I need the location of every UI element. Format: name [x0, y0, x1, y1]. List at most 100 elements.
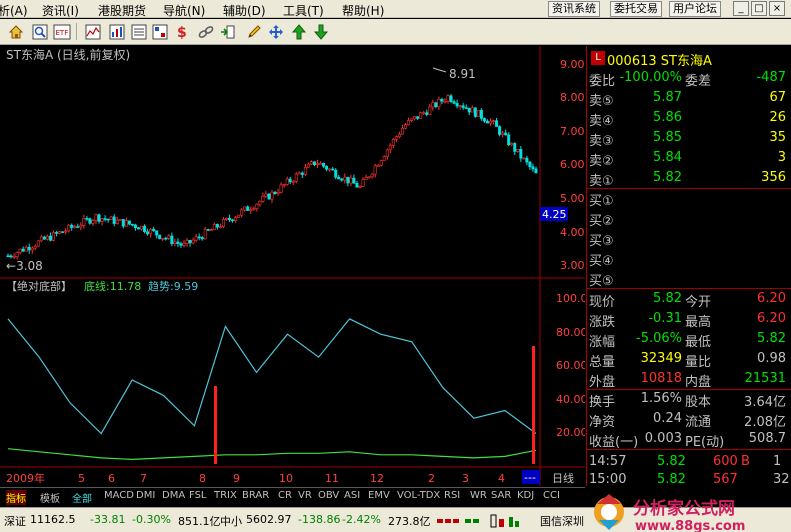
tab-rsi[interactable]: RSI	[444, 490, 460, 501]
close-button[interactable]: ×	[769, 1, 785, 16]
menu-tools[interactable]: 工具(T)	[283, 2, 324, 19]
etf-icon[interactable]: ETF	[52, 22, 72, 41]
chart-icon[interactable]	[83, 22, 103, 41]
quote-row: 卖⑤ 5.87 67	[587, 88, 791, 109]
quote-row: 总量 32349 量比 0.98	[587, 349, 791, 370]
signal-bar	[214, 386, 217, 464]
candle-body	[528, 161, 532, 168]
tick-cell: 600	[713, 454, 738, 469]
tab-指标[interactable]: 指标	[6, 490, 26, 505]
quote-value: 3.64亿	[744, 395, 786, 410]
menu-info[interactable]: 资讯(I)	[42, 2, 79, 19]
candle-body	[215, 224, 219, 228]
price-ticks: 9.00 8.00 7.00 6.00 5.00 4.00 3.00	[560, 58, 585, 272]
kline-chart-area[interactable]: ST东海A (日线,前复权) 9.00 8.00 7.00 6.00 5.00 …	[0, 46, 588, 486]
tab-trix[interactable]: TRIX	[214, 490, 237, 501]
login-icon[interactable]	[218, 22, 238, 41]
candle-body	[413, 116, 417, 120]
cursor-date-marker: ---	[524, 471, 536, 484]
candle-body	[231, 219, 235, 222]
grid-icon[interactable]	[150, 22, 170, 41]
index-icon[interactable]	[129, 22, 149, 41]
month-label: 7	[140, 472, 147, 485]
house-icon[interactable]	[6, 22, 26, 41]
quote-panel: L 000613 ST东海A 委比 -100.00% 委差 -487 卖⑤ 5.87 67 卖…	[586, 46, 791, 487]
tab-全部[interactable]: 全部	[72, 490, 92, 505]
candle-body	[312, 161, 316, 166]
candle-body	[243, 206, 247, 211]
trade-button[interactable]: 委托交易	[610, 1, 662, 17]
candle-body	[519, 149, 523, 159]
menu-navigation[interactable]: 导航(N)	[163, 2, 205, 19]
candle-body	[45, 235, 49, 240]
candle-body	[419, 112, 423, 119]
candle-body	[94, 214, 98, 221]
tab-cci[interactable]: CCI	[543, 490, 560, 501]
tab-kdj[interactable]: KDJ	[517, 490, 534, 501]
tab-dmi[interactable]: DMI	[136, 490, 155, 501]
tab-模板[interactable]: 模板	[40, 490, 60, 505]
ask-volume: 26	[769, 110, 786, 125]
menu-assist[interactable]: 辅助(D)	[223, 2, 266, 19]
quote-label: 卖③	[589, 134, 614, 149]
quote-label: 卖④	[589, 114, 614, 129]
tab-fsl[interactable]: FSL	[189, 490, 207, 501]
tab-macd[interactable]: MACD	[104, 490, 134, 501]
zoom-icon[interactable]	[30, 22, 50, 41]
tab-obv[interactable]: OBV	[318, 490, 339, 501]
tab-vol-tdx[interactable]: VOL-TDX	[397, 490, 440, 501]
ask-price: 5.86	[653, 110, 682, 125]
candle-body	[161, 237, 165, 240]
candle-body	[197, 236, 201, 239]
quote-value: -0.31	[648, 311, 682, 326]
bar-chart-icon[interactable]	[107, 22, 127, 41]
candle-body	[425, 112, 429, 115]
indicator-tick: 20.00	[556, 426, 585, 439]
quote-label: 今开	[685, 295, 712, 310]
up-arrow-icon[interactable]	[289, 22, 309, 41]
quote-label: 卖①	[589, 174, 614, 189]
period-label[interactable]: 日线	[552, 471, 574, 485]
candle-body	[461, 105, 465, 108]
minimize-button[interactable]: _	[733, 1, 749, 16]
link-icon[interactable]	[196, 22, 216, 41]
candle-body	[325, 165, 329, 170]
candle-body	[404, 124, 408, 129]
chart-canvas[interactable]: ST东海A (日线,前复权) 9.00 8.00 7.00 6.00 5.00 …	[0, 46, 588, 486]
candle-body	[361, 179, 365, 187]
pencil-icon[interactable]	[244, 22, 264, 41]
candle-body	[479, 110, 483, 119]
down-arrow-icon[interactable]	[311, 22, 331, 41]
tab-sar[interactable]: SAR	[491, 490, 511, 501]
month-label: 8	[199, 472, 206, 485]
candle-body	[109, 216, 113, 220]
candle-body	[495, 120, 499, 127]
candle-body	[200, 237, 204, 240]
menu-hk-futures[interactable]: 港股期货	[98, 2, 146, 19]
forum-button[interactable]: 用户论坛	[669, 1, 721, 17]
candle-body	[191, 239, 195, 244]
tab-brar[interactable]: BRAR	[242, 490, 269, 501]
tab-dma[interactable]: DMA	[162, 490, 185, 501]
maximize-button[interactable]: □	[751, 1, 767, 16]
candle-body	[12, 256, 16, 258]
tab-vr[interactable]: VR	[298, 490, 312, 501]
quote-row: 现价 5.82 今开 6.20	[587, 289, 791, 310]
month-label: 10	[279, 472, 293, 485]
info-system-button[interactable]: 资讯系统	[548, 1, 600, 17]
tab-wr[interactable]: WR	[470, 490, 487, 501]
move-icon[interactable]	[266, 22, 286, 41]
menu-analysis[interactable]: 析(A)	[0, 2, 28, 19]
tab-emv[interactable]: EMV	[368, 490, 390, 501]
tab-asi[interactable]: ASI	[344, 490, 360, 501]
tab-cr[interactable]: CR	[278, 490, 292, 501]
candle-body	[364, 177, 368, 180]
candle-body	[407, 120, 411, 126]
month-label: 4	[498, 472, 505, 485]
dollar-icon[interactable]: $	[172, 22, 192, 41]
menu-help[interactable]: 帮助(H)	[342, 2, 384, 19]
price-tick: 5.00	[560, 192, 585, 205]
sz-label: 深证	[4, 515, 26, 528]
candle-body	[492, 120, 496, 122]
candle-body	[91, 220, 95, 224]
